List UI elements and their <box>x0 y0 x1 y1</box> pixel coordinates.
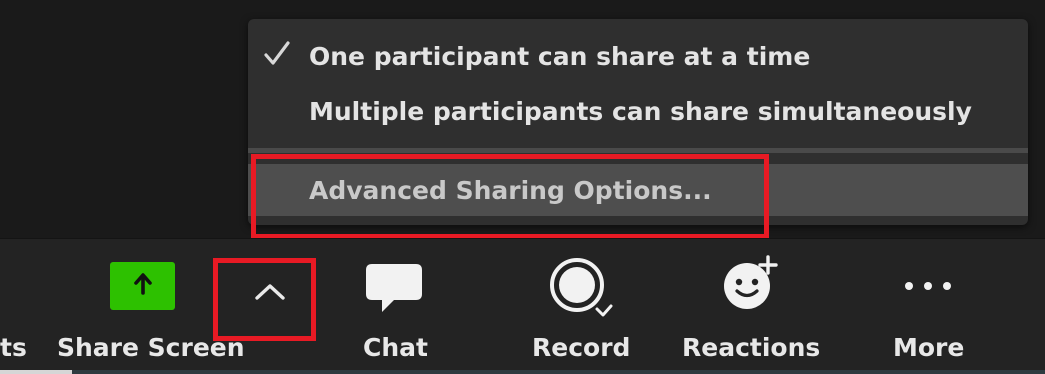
bottom-strip-segment <box>0 370 72 374</box>
share-screen-button[interactable] <box>110 262 175 310</box>
more-button-icon[interactable] <box>901 278 955 298</box>
reactions-button-icon[interactable] <box>720 253 782 317</box>
record-button-icon[interactable] <box>549 257 619 325</box>
smiley-plus-icon <box>724 255 778 309</box>
check-icon <box>262 39 292 75</box>
speech-bubble-icon <box>366 264 422 312</box>
menu-item-label: Advanced Sharing Options... <box>309 175 712 205</box>
menu-item-label: One participant can share at a time <box>309 41 811 71</box>
menu-item-advanced-sharing-options[interactable]: Advanced Sharing Options... <box>248 164 1028 216</box>
share-options-caret-button[interactable] <box>240 266 300 322</box>
toolbar-partial-label: ts <box>0 333 27 362</box>
record-icon <box>550 258 613 317</box>
share-options-menu: One participant can share at a time Mult… <box>248 19 1028 225</box>
share-screen-label[interactable]: Share Screen <box>57 331 245 365</box>
record-label[interactable]: Record <box>532 331 630 365</box>
reactions-label[interactable]: Reactions <box>682 331 820 365</box>
ellipsis-icon <box>905 282 951 290</box>
menu-divider <box>248 148 1028 153</box>
chat-button-icon[interactable] <box>364 262 424 318</box>
menu-item-label: Multiple participants can share simultan… <box>309 96 972 126</box>
chat-label[interactable]: Chat <box>363 331 428 365</box>
arrow-up-icon <box>130 271 156 301</box>
zoom-window: One participant can share at a time Mult… <box>0 0 1045 374</box>
more-label[interactable]: More <box>893 331 964 365</box>
menu-item-multiple-participants[interactable]: Multiple participants can share simultan… <box>248 84 1028 138</box>
menu-item-one-participant[interactable]: One participant can share at a time <box>248 29 1028 83</box>
chevron-up-icon <box>253 281 287 307</box>
bottom-status-strip <box>0 370 1045 374</box>
